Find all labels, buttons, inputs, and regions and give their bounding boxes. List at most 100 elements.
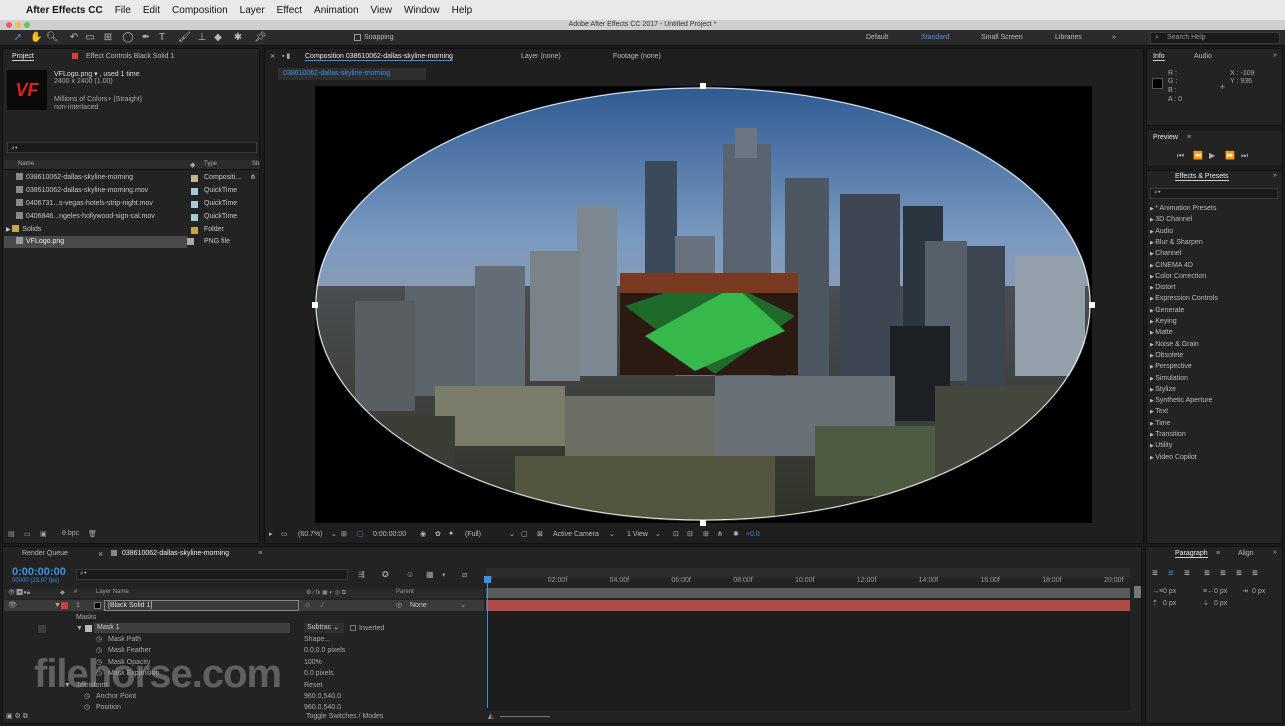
chevron-down-icon[interactable]: ⌄ xyxy=(331,530,337,538)
effects-category[interactable]: ▶ Synthetic Aperture xyxy=(1150,395,1212,406)
flowchart-icon[interactable]: ⋔ xyxy=(717,530,723,538)
camera-tool-icon[interactable]: ▭ xyxy=(84,32,96,44)
col-size[interactable]: Sb xyxy=(252,161,259,167)
eye-icon[interactable]: 👁︎ xyxy=(8,600,17,611)
list-item[interactable]: 0406731...s-vegas-hotels-strip-night.mov… xyxy=(4,198,260,210)
mask-mode-select[interactable]: Subtrac ⌄ xyxy=(304,623,344,633)
menu-edit[interactable]: Edit xyxy=(143,5,160,16)
monitor-icon[interactable]: ▭ xyxy=(281,530,288,538)
project-search-input[interactable]: ⌕▾ xyxy=(7,142,257,153)
channel-icon[interactable]: ● xyxy=(449,530,453,537)
search-help-input[interactable]: ⌕ Search Help xyxy=(1150,32,1280,44)
minimize-window-button[interactable] xyxy=(15,22,21,28)
label-col-icon[interactable]: ◆ xyxy=(190,161,195,169)
timeline-scrollbar[interactable] xyxy=(1134,586,1141,598)
expand-icon[interactable]: » xyxy=(1273,52,1277,59)
tab-align[interactable]: Align xyxy=(1238,550,1254,557)
list-item[interactable]: 0406846...ngeles-hollywood-sign-cal.mov Q… xyxy=(4,211,260,223)
layer-row[interactable]: 👁︎ ▼ 1 [Black Solid 1] ☺ ∕ ◎ None ⌄ xyxy=(4,600,484,611)
stopwatch-icon[interactable]: ◷ xyxy=(96,634,102,645)
show-snapshot-icon[interactable]: ✿ xyxy=(435,530,441,538)
shy-layers-icon[interactable]: ☺ xyxy=(406,570,414,579)
menu-file[interactable]: File xyxy=(115,5,131,16)
clone-stamp-tool-icon[interactable]: ⊥ xyxy=(196,32,208,44)
effects-category[interactable]: ▶ Matte xyxy=(1150,327,1173,338)
eraser-tool-icon[interactable]: ◆ xyxy=(212,32,224,44)
zoom-window-button[interactable] xyxy=(24,22,30,28)
align-center-icon[interactable]: ≡ xyxy=(1168,568,1174,579)
close-tab-icon[interactable]: × xyxy=(98,549,103,559)
region-of-interest-icon[interactable]: ▢ xyxy=(521,530,528,538)
layer-name[interactable]: [Black Solid 1] xyxy=(104,600,299,611)
label-col-icon[interactable]: ◆ xyxy=(60,589,65,596)
number-col-icon[interactable]: # xyxy=(74,589,77,595)
parent-select[interactable]: None xyxy=(410,600,427,611)
toggle-switches-modes[interactable]: Toggle Switches / Modes xyxy=(306,711,383,722)
camera-select[interactable]: Active Camera xyxy=(553,531,599,538)
tab-effects-presets[interactable]: Effects & Presets xyxy=(1175,173,1229,181)
effects-category[interactable]: ▶ Audio xyxy=(1150,226,1173,237)
space-before-value[interactable]: 0 px xyxy=(1163,598,1176,609)
menu-help[interactable]: Help xyxy=(452,5,473,16)
mask-visibility-icon[interactable]: ▢ xyxy=(357,530,364,538)
mask-color-swatch[interactable] xyxy=(85,625,92,632)
indent-right-value[interactable]: 0 px xyxy=(1214,586,1227,597)
effects-category[interactable]: ▶ Generate xyxy=(1150,305,1184,316)
effects-category[interactable]: ▶ Channel xyxy=(1150,248,1181,259)
tab-composition[interactable]: Composition 038610062-dallas-skyline-mor… xyxy=(305,53,453,61)
tab-audio[interactable]: Audio xyxy=(1194,53,1212,60)
roto-brush-tool-icon[interactable]: ✱ xyxy=(232,32,244,44)
tab-footage[interactable]: Footage (none) xyxy=(613,53,661,60)
justify-left-icon[interactable]: ≡ xyxy=(1204,568,1210,579)
timeline-search-input[interactable]: ⌕▾ xyxy=(76,569,348,580)
mask-handle-top[interactable] xyxy=(700,83,706,89)
align-left-icon[interactable]: ≡ xyxy=(1152,568,1158,579)
mask-property-value[interactable]: 0.0,0.0 pixels xyxy=(304,645,345,656)
col-type[interactable]: Type xyxy=(204,161,217,167)
tab-timeline-comp[interactable]: 038610062-dallas-skyline-morning xyxy=(122,550,229,557)
delete-icon[interactable]: 🗑︎ xyxy=(88,530,97,538)
justify-right-icon[interactable]: ≡ xyxy=(1236,568,1242,579)
effects-category[interactable]: ▶ Simulation xyxy=(1150,373,1188,384)
effects-category[interactable]: ▶ Perspective xyxy=(1150,361,1192,372)
timeline-zoom-slider[interactable] xyxy=(500,716,550,717)
effects-category[interactable]: ▶ * Animation Presets xyxy=(1150,203,1216,214)
effects-category[interactable]: ▶ 3D Channel xyxy=(1150,214,1192,225)
effects-category[interactable]: ▶ Color Correction xyxy=(1150,271,1206,282)
keyframe-area[interactable] xyxy=(486,611,1130,711)
switches-icons[interactable]: ⚙ ∕ fx ▣ ◐ ◎ ⧉ xyxy=(306,589,346,597)
draft-3d-icon[interactable]: ✪ xyxy=(382,570,389,579)
effects-category[interactable]: ▶ Keying xyxy=(1150,316,1177,327)
menu-animation[interactable]: Animation xyxy=(314,5,358,16)
indent-left-value[interactable]: 0 px xyxy=(1163,586,1176,597)
panel-menu-icon[interactable]: ≡ xyxy=(1187,134,1191,141)
effects-category[interactable]: ▶ Video Copilot xyxy=(1150,452,1197,463)
new-folder-icon[interactable]: ▭ xyxy=(24,530,31,538)
shy-switch-icon[interactable]: ☺ xyxy=(304,600,311,611)
ellipse-tool-icon[interactable]: ◯ xyxy=(122,32,134,44)
anchor-point-value[interactable]: 960.0,540.0 xyxy=(304,691,341,702)
pen-tool-icon[interactable]: ✒ xyxy=(140,32,152,44)
motion-blur-icon[interactable]: ◐ xyxy=(442,570,447,579)
mask-property-value[interactable]: 100% xyxy=(304,657,322,668)
mask-handle-left[interactable] xyxy=(312,302,318,308)
snapshot-icon[interactable]: ◉ xyxy=(420,530,426,538)
magnification-select[interactable]: (60.7%) xyxy=(298,531,323,538)
tab-project[interactable]: Project xyxy=(12,53,34,61)
timeline-icon[interactable]: ⊞ xyxy=(703,530,709,538)
menu-view[interactable]: View xyxy=(371,5,393,16)
mask-property-value[interactable]: 0.0 pixels xyxy=(304,668,334,679)
list-item-selected[interactable]: VFLogo.png xyxy=(4,236,187,248)
snapping-checkbox[interactable] xyxy=(354,34,361,41)
justify-all-icon[interactable]: ≡ xyxy=(1252,568,1258,579)
mask-handle-bottom[interactable] xyxy=(700,520,706,526)
list-item[interactable]: 038610062-dallas-skyline-morning.mov Quic… xyxy=(4,185,260,197)
effects-category[interactable]: ▶ Transition xyxy=(1150,429,1186,440)
comp-breadcrumb[interactable]: 038610062-dallas-skyline-morning xyxy=(278,68,426,80)
col-name[interactable]: Name xyxy=(18,161,34,167)
type-tool-icon[interactable]: T xyxy=(156,32,168,44)
resolution-select[interactable]: (Full) xyxy=(465,531,481,538)
effects-category[interactable]: ▶ CINEMA 4D xyxy=(1150,260,1193,271)
list-item[interactable]: 038610062-dallas-skyline-morning Composit… xyxy=(4,172,260,184)
zoom-out-icon[interactable]: ◭ xyxy=(488,711,493,722)
